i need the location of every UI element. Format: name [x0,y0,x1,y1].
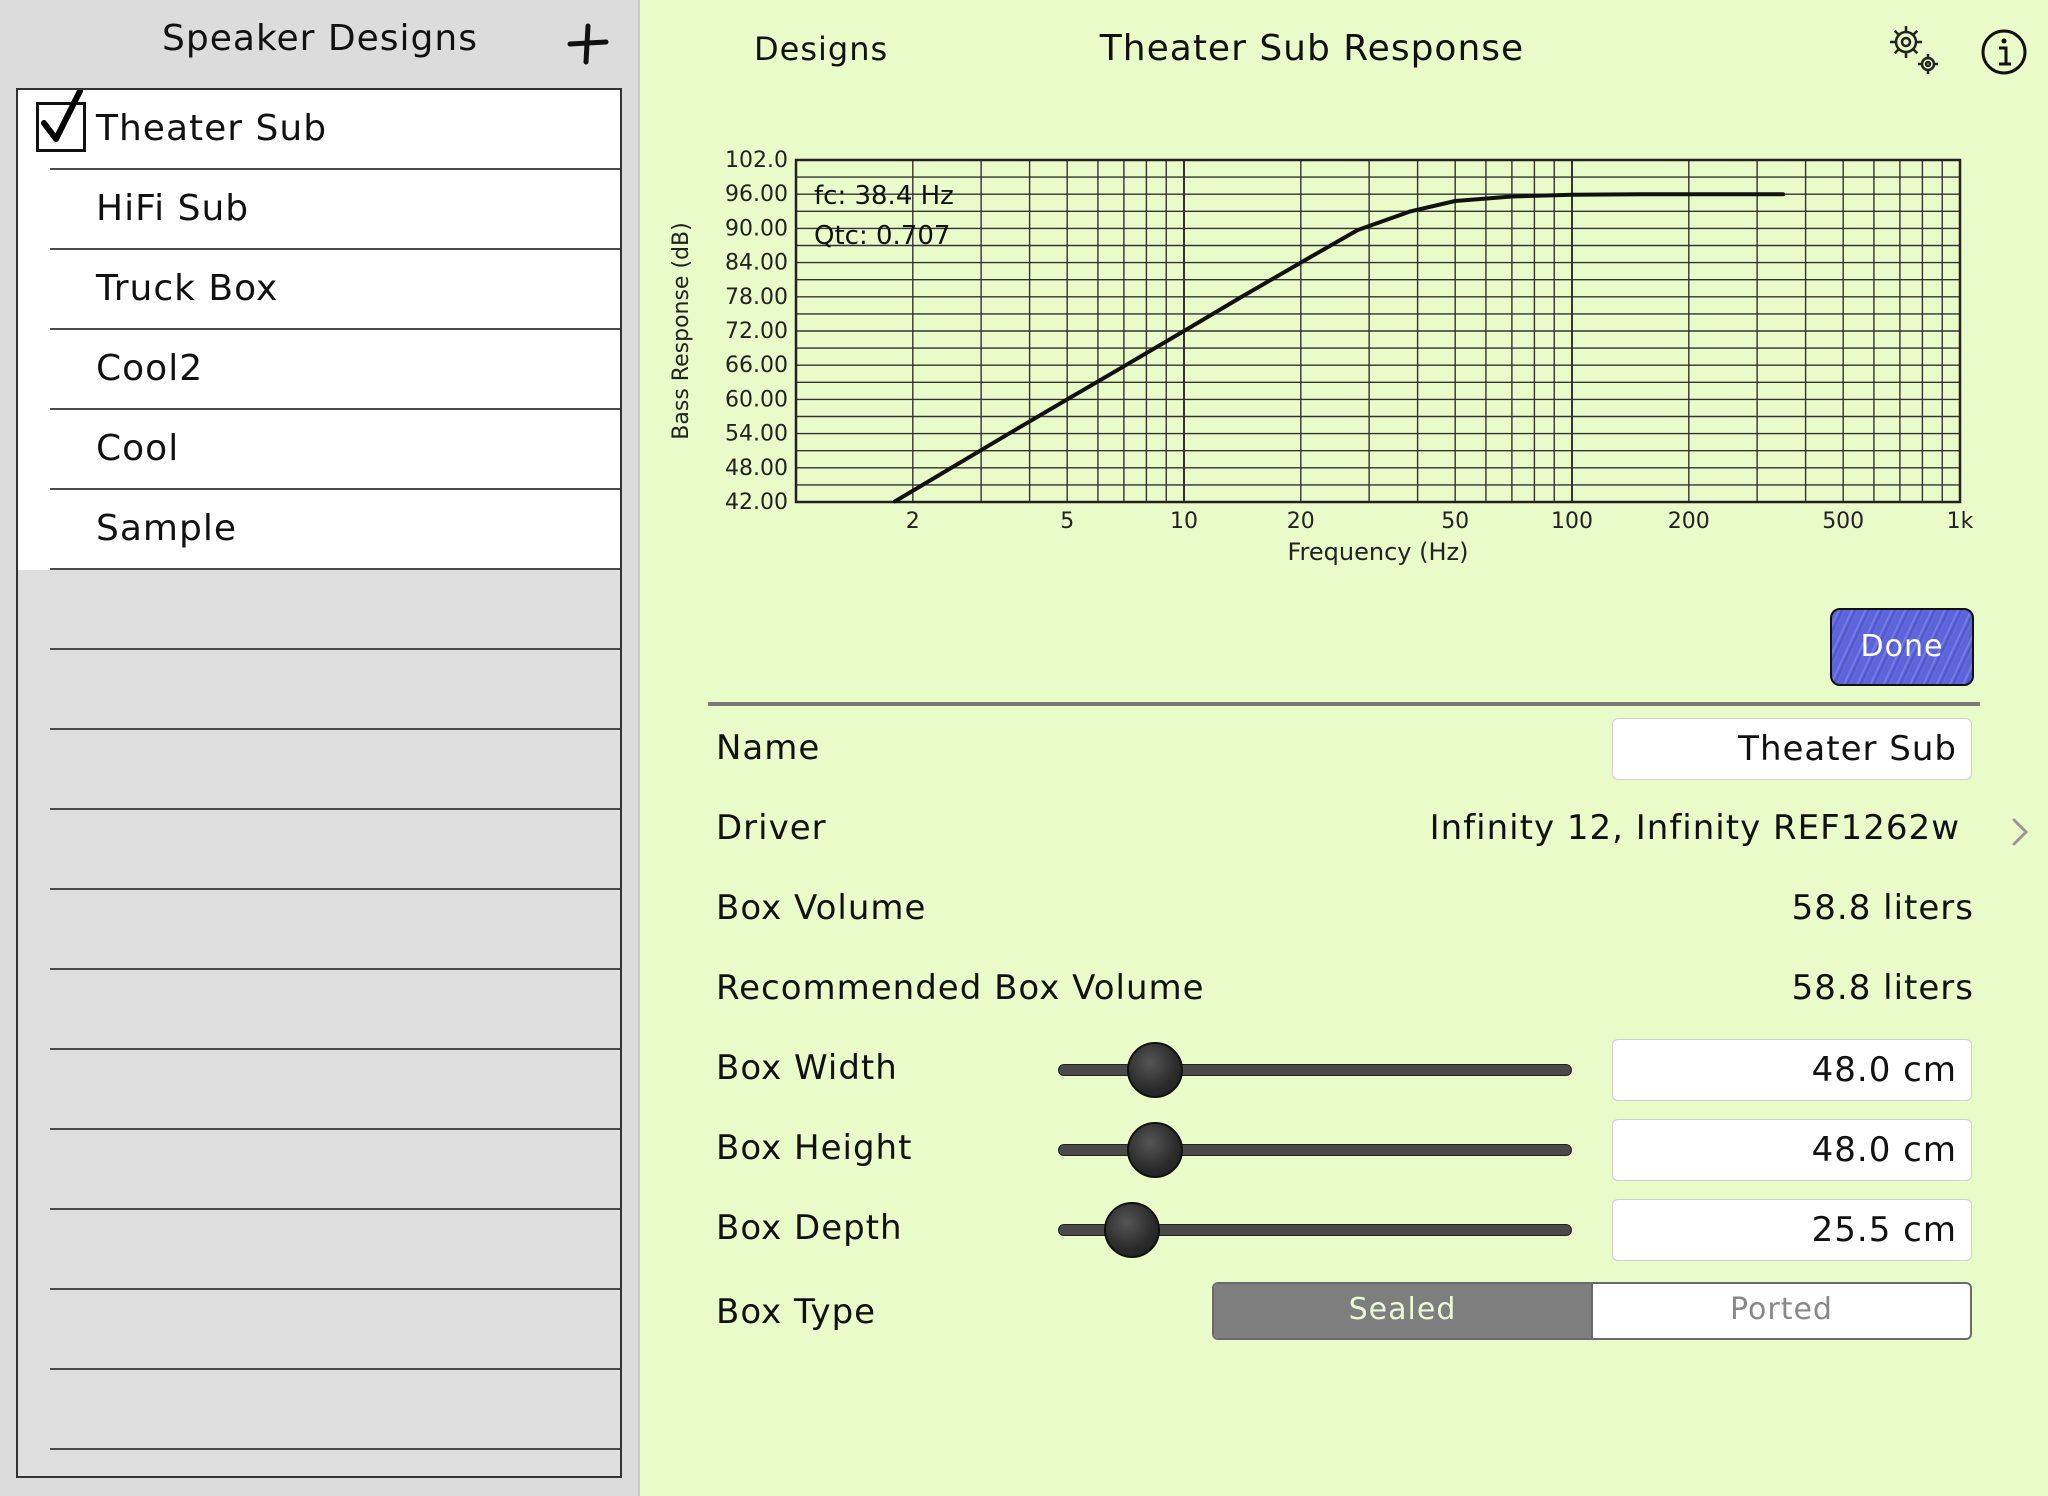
box-volume-value: 58.8 liters [1791,888,1974,928]
empty-row [18,1050,620,1130]
detail-pane: Designs Theater Sub Response 42.00 48.00 5… [642,0,2048,1496]
design-row-label: Cool2 [96,348,204,389]
slider-thumb[interactable] [1103,1202,1160,1258]
empty-row [18,650,620,730]
y-tick-label: 60.00 [725,387,788,412]
done-button[interactable]: Done [1830,608,1974,686]
sidebar: Speaker Designs Theater Sub HiFi Sub Truck… [0,0,640,1496]
chevron-right-icon[interactable] [2008,812,2032,852]
plus-icon [567,23,609,65]
design-row-label: Cool [96,428,180,469]
slider-thumb[interactable] [1126,1122,1183,1178]
empty-row [18,1130,620,1210]
design-row[interactable]: Truck Box [18,250,620,330]
info-icon [1981,29,2027,75]
driver-value[interactable]: Infinity 12, Infinity REF1262w [1430,808,1960,848]
x-tick-label: 5 [1060,509,1074,534]
empty-row [18,570,620,650]
y-tick-label: 48.00 [725,456,788,481]
settings-button[interactable] [1882,18,1944,80]
y-tick-label: 54.00 [725,422,788,447]
box-type-label: Box Type [716,1292,877,1332]
empty-row [18,730,620,810]
box-type-ported[interactable]: Ported [1591,1284,1970,1338]
empty-row [18,810,620,890]
slider-thumb[interactable] [1126,1042,1183,1098]
chart-svg: 42.00 48.00 54.00 60.00 66.00 72.00 78.00 84.00… [669,148,1974,566]
add-design-button[interactable] [562,18,612,68]
design-row[interactable]: Theater Sub [18,90,620,170]
x-tick-label: 20 [1287,509,1315,534]
designs-back-button[interactable]: Designs [754,30,888,68]
box-width-field[interactable]: 48.0 cm [1612,1039,1972,1101]
y-tick-label: 96.00 [725,182,788,207]
box-width-slider[interactable] [1058,1040,1572,1100]
box-depth-field[interactable]: 25.5 cm [1612,1199,1972,1261]
box-width-label: Box Width [716,1048,898,1088]
y-tick-label: 78.00 [725,285,788,310]
info-button[interactable] [1980,28,2028,76]
x-tick-label: 500 [1822,509,1864,534]
empty-row [18,1370,620,1450]
design-row[interactable]: Sample [18,490,620,570]
x-tick-label: 10 [1170,509,1198,534]
x-tick-label: 2 [906,509,920,534]
box-height-slider[interactable] [1058,1120,1572,1180]
x-tick-label: 50 [1441,509,1469,534]
name-label: Name [716,728,821,768]
empty-row [18,1210,620,1290]
checkmark-icon[interactable] [36,90,86,152]
y-tick-label: 66.00 [725,353,788,378]
driver-label: Driver [716,808,827,848]
row-separator [50,1448,620,1450]
divider [708,702,1980,706]
design-row-label: Sample [96,508,237,549]
x-tick-label: 100 [1551,509,1593,534]
design-row[interactable]: Cool [18,410,620,490]
box-volume-label: Box Volume [716,888,927,928]
y-tick-label: 72.00 [725,319,788,344]
design-list: Theater Sub HiFi Sub Truck Box Cool2 Cool Sam… [16,88,622,1478]
chart-annotation: Qtc: 0.707 [814,221,950,251]
chart-annotation: fc: 38.4 Hz [814,181,954,211]
box-height-label: Box Height [716,1128,913,1168]
y-tick-label: 102.0 [725,148,788,173]
sidebar-title: Speaker Designs [162,18,478,59]
box-type-sealed[interactable]: Sealed [1214,1284,1591,1338]
x-tick-label: 1k [1947,509,1974,534]
y-tick-label: 84.00 [725,251,788,276]
x-axis-label: Frequency (Hz) [1288,538,1469,566]
empty-row [18,1290,620,1370]
sidebar-header: Speaker Designs [0,0,640,88]
recommended-volume-label: Recommended Box Volume [716,968,1205,1008]
name-field[interactable]: Theater Sub [1612,718,1972,780]
box-height-field[interactable]: 48.0 cm [1612,1119,1972,1181]
box-depth-slider[interactable] [1058,1200,1572,1260]
design-row[interactable]: Cool2 [18,330,620,410]
design-row[interactable]: HiFi Sub [18,170,620,250]
empty-row [18,890,620,970]
x-tick-label: 200 [1668,509,1710,534]
page-title: Theater Sub Response [1099,28,1525,69]
y-tick-label: 90.00 [725,216,788,241]
box-type-segmented-control[interactable]: Sealed Ported [1212,1282,1972,1340]
recommended-volume-value: 58.8 liters [1791,968,1974,1008]
y-tick-label: 42.00 [725,490,788,515]
bass-response-chart: 42.00 48.00 54.00 60.00 66.00 72.00 78.00 84.00… [642,130,2048,590]
y-axis-label: Bass Response (dB) [669,222,694,439]
design-row-label: Theater Sub [96,108,328,149]
box-depth-label: Box Depth [716,1208,903,1248]
design-row-label: HiFi Sub [96,188,250,229]
design-row-label: Truck Box [96,268,279,309]
empty-row [18,970,620,1050]
gear-icon [1890,26,1938,74]
